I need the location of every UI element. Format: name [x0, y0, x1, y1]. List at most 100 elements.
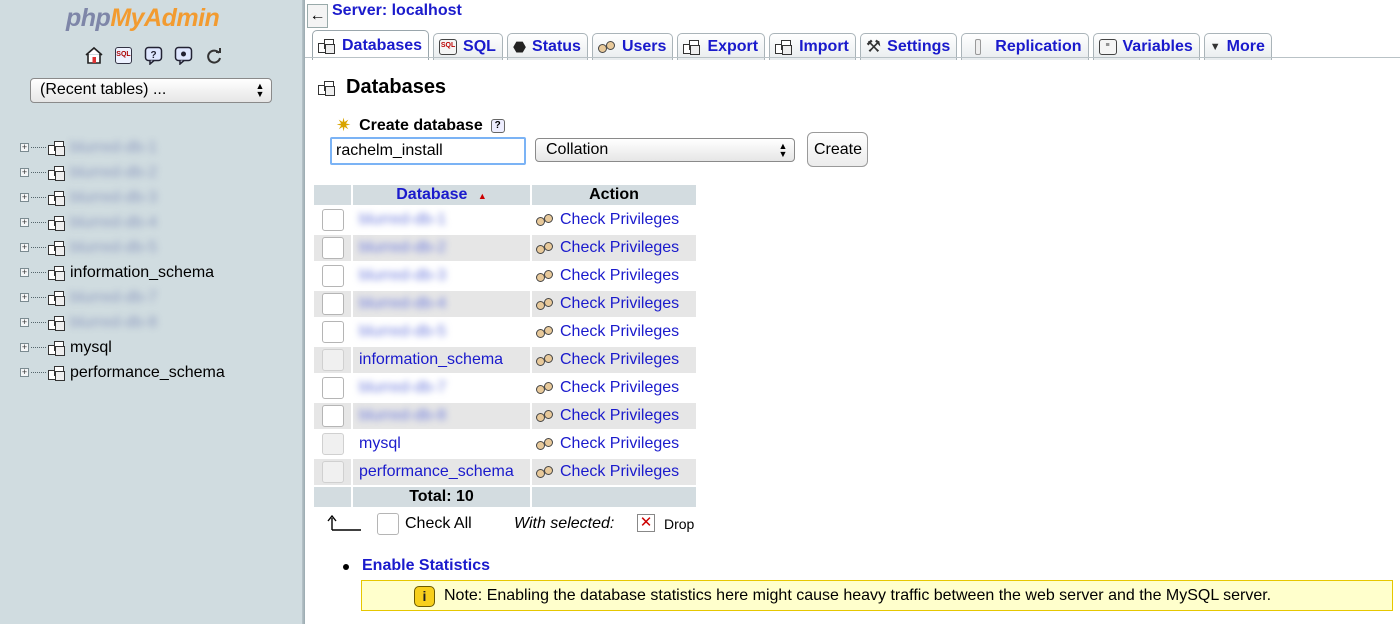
tree-item-label[interactable]: blurred-db-3	[70, 189, 157, 207]
tree-item-label[interactable]: blurred-db-8	[70, 314, 157, 332]
tree-item-label[interactable]: blurred-db-1	[70, 139, 157, 157]
tab-settings[interactable]: ⚒ Settings	[859, 33, 958, 60]
tree-item-label[interactable]: performance_schema	[70, 364, 225, 382]
action-cell: Check Privileges	[532, 459, 696, 485]
tree-item-label[interactable]: mysql	[70, 339, 112, 357]
database-link[interactable]: blurred-db-2	[357, 239, 446, 256]
row-checkbox[interactable]	[321, 405, 344, 427]
tab-sql[interactable]: SQL SQL	[433, 33, 503, 60]
row-checkbox[interactable]	[321, 321, 344, 343]
check-privileges-link[interactable]: Check Privileges	[536, 463, 692, 481]
tree-item[interactable]: + blurred-db-7	[20, 285, 225, 310]
expand-icon[interactable]: +	[20, 318, 29, 327]
check-privileges-link[interactable]: Check Privileges	[536, 267, 692, 285]
drop-button[interactable]: Drop	[664, 516, 694, 532]
table-row: blurred-db-5 Check Privileges	[314, 319, 696, 345]
tab-import[interactable]: Import	[769, 33, 856, 60]
row-checkbox[interactable]	[321, 461, 344, 483]
tab-more[interactable]: ▼ More	[1203, 33, 1272, 60]
tree-item[interactable]: + blurred-db-1	[20, 135, 225, 160]
database-link[interactable]: performance_schema	[357, 463, 514, 480]
row-checkbox[interactable]	[321, 349, 344, 371]
sql-icon[interactable]: SQL	[112, 45, 135, 66]
tree-item[interactable]: + blurred-db-3	[20, 185, 225, 210]
database-link[interactable]: blurred-db-1	[357, 211, 446, 228]
database-link[interactable]: blurred-db-7	[357, 379, 446, 396]
row-checkbox[interactable]	[321, 433, 344, 455]
home-icon[interactable]	[82, 45, 105, 66]
tree-item[interactable]: + performance_schema	[20, 360, 225, 385]
nav-resize-divider[interactable]	[302, 0, 305, 624]
tree-item[interactable]: + blurred-db-5	[20, 235, 225, 260]
row-checkbox[interactable]	[321, 293, 344, 315]
expand-icon[interactable]: +	[20, 193, 29, 202]
tree-item-label[interactable]: blurred-db-2	[70, 164, 157, 182]
database-name-input[interactable]	[330, 137, 526, 165]
tree-item[interactable]: + blurred-db-8	[20, 310, 225, 335]
tab-status[interactable]: ⬣ Status	[506, 33, 588, 60]
drop-icon[interactable]: ✕	[637, 514, 655, 532]
check-privileges-link[interactable]: Check Privileges	[536, 295, 692, 313]
tree-item[interactable]: + information_schema	[20, 260, 225, 285]
tree-item[interactable]: + blurred-db-4	[20, 210, 225, 235]
check-privileges-link[interactable]: Check Privileges	[536, 379, 692, 397]
check-all-label[interactable]: Check All	[405, 515, 472, 533]
collapse-nav-button[interactable]: ←	[307, 4, 328, 28]
check-privileges-link[interactable]: Check Privileges	[536, 435, 692, 453]
expand-icon[interactable]: +	[20, 243, 29, 252]
tab-replication[interactable]: Replication	[961, 33, 1089, 60]
check-privileges-link[interactable]: Check Privileges	[536, 323, 692, 341]
expand-icon[interactable]: +	[20, 343, 29, 352]
create-button[interactable]: Create	[807, 132, 868, 167]
phpmyadmin-logo[interactable]: phpMyAdmin	[66, 4, 220, 33]
create-database-label: ✷ Create database ?	[336, 115, 505, 136]
recent-tables-select[interactable]: (Recent tables) ... ▲ ▼	[30, 78, 272, 103]
check-all-checkbox[interactable]	[377, 513, 399, 535]
check-privileges-link[interactable]: Check Privileges	[536, 351, 692, 369]
enable-statistics-link[interactable]: Enable Statistics	[362, 557, 490, 575]
expand-icon[interactable]: +	[20, 293, 29, 302]
database-link[interactable]: blurred-db-3	[357, 267, 446, 284]
help-icon[interactable]: ?	[490, 118, 505, 133]
check-privileges-link[interactable]: Check Privileges	[536, 211, 692, 229]
tree-item-label[interactable]: blurred-db-5	[70, 239, 157, 257]
database-link[interactable]: mysql	[357, 435, 401, 452]
database-icon	[48, 165, 66, 181]
collation-select[interactable]: Collation ▲ ▼	[535, 138, 795, 162]
tabs-divider	[305, 57, 1400, 58]
row-checkbox[interactable]	[321, 377, 344, 399]
column-header-database[interactable]: Database ▲	[353, 185, 530, 205]
tab-variables[interactable]: ≡ Variables	[1092, 33, 1200, 60]
checkbox-cell	[314, 263, 351, 289]
tree-item-label[interactable]: blurred-db-4	[70, 214, 157, 232]
check-privileges-link[interactable]: Check Privileges	[536, 239, 692, 257]
reload-icon[interactable]	[202, 45, 225, 66]
row-checkbox[interactable]	[321, 237, 344, 259]
tree-item[interactable]: + blurred-db-2	[20, 160, 225, 185]
tab-export[interactable]: Export	[677, 33, 766, 60]
docs-icon[interactable]	[172, 45, 195, 66]
row-checkbox[interactable]	[321, 265, 344, 287]
expand-icon[interactable]: +	[20, 368, 29, 377]
row-checkbox[interactable]	[321, 209, 344, 231]
query-window-icon[interactable]: ?	[142, 45, 165, 66]
check-privileges-link[interactable]: Check Privileges	[536, 407, 692, 425]
tree-item-label[interactable]: blurred-db-7	[70, 289, 157, 307]
tab-databases[interactable]: Databases	[312, 30, 430, 60]
action-cell: Check Privileges	[532, 235, 696, 261]
tab-users[interactable]: Users	[591, 33, 674, 60]
expand-icon[interactable]: +	[20, 268, 29, 277]
database-link[interactable]: blurred-db-5	[357, 323, 446, 340]
expand-icon[interactable]: +	[20, 168, 29, 177]
breadcrumb-server[interactable]: Server: localhost	[332, 2, 462, 20]
database-link[interactable]: blurred-db-4	[357, 295, 446, 312]
database-icon	[48, 240, 66, 256]
database-link[interactable]: information_schema	[357, 351, 503, 368]
expand-icon[interactable]: +	[20, 218, 29, 227]
tree-item-label[interactable]: information_schema	[70, 264, 214, 282]
expand-icon[interactable]: +	[20, 143, 29, 152]
database-link[interactable]: blurred-db-8	[357, 407, 446, 424]
tree-item[interactable]: + mysql	[20, 335, 225, 360]
database-cell: blurred-db-8	[353, 403, 530, 429]
database-cell: blurred-db-3	[353, 263, 530, 289]
